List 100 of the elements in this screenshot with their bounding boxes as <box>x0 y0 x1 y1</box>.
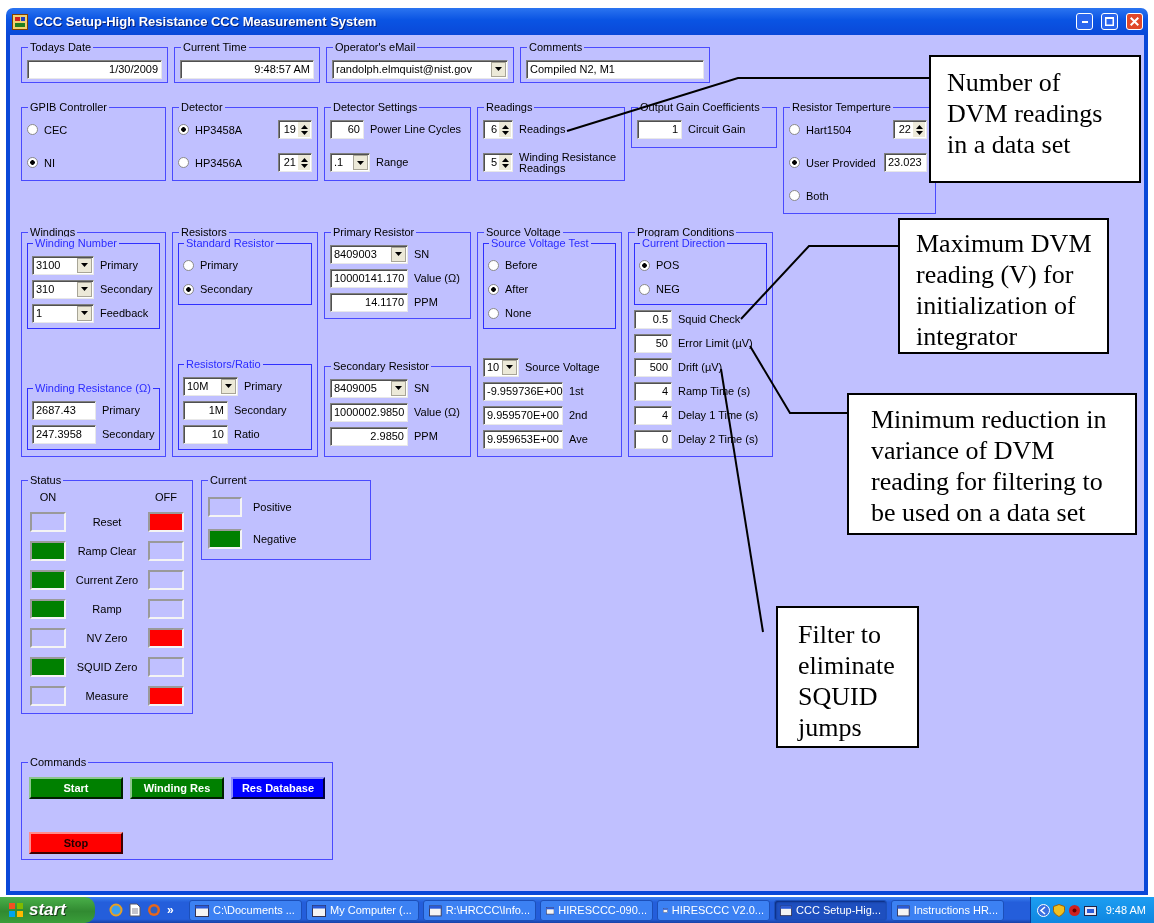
start-button[interactable]: start <box>0 897 95 923</box>
radio-button[interactable]: Both <box>789 189 927 202</box>
dropdown-arrow-icon <box>357 160 364 165</box>
group-title: Source Voltage Test <box>489 237 591 250</box>
text-field[interactable]: 10000141.170 <box>330 268 408 288</box>
text-field[interactable]: 23.023 <box>884 153 927 172</box>
text-field[interactable]: 247.3958 <box>32 424 96 444</box>
text-field[interactable]: 2687.43 <box>32 400 96 420</box>
group-title: Resistor Temperture <box>790 101 893 114</box>
more-button[interactable]: » <box>167 903 174 917</box>
command-button[interactable]: Res Database <box>231 777 325 799</box>
taskbar-button[interactable]: HIRESCCC-090... <box>540 899 653 921</box>
taskbar-button[interactable]: CCC Setup-Hig... <box>774 899 887 921</box>
tray-icon[interactable] <box>1067 903 1081 917</box>
field-label: Circuit Gain <box>688 124 746 135</box>
field-label: Primary <box>100 259 138 271</box>
text-field[interactable]: 4 <box>634 381 672 401</box>
dropdown[interactable]: 310 <box>32 279 94 299</box>
text-field[interactable]: 0.5 <box>634 309 672 329</box>
text-field[interactable]: 0 <box>634 429 672 449</box>
text-field[interactable]: 9.959653E+00 <box>483 429 563 449</box>
shield-icon[interactable] <box>1052 903 1065 917</box>
taskbar-button[interactable]: HIRESCCC V2.0... <box>657 899 770 921</box>
field-label: Value (Ω) <box>414 272 460 284</box>
monitor-icon[interactable] <box>1083 903 1097 917</box>
close-button[interactable] <box>1126 13 1143 30</box>
spin-box[interactable]: 6 <box>483 120 513 139</box>
dropdown[interactable]: 10M <box>183 376 238 396</box>
callout: Minimum reduction in variance of DVM reading for filtering to be used on a data set <box>847 393 1137 535</box>
status-label: Ramp <box>91 603 123 615</box>
field-label: Winding Resistance Readings <box>519 151 618 174</box>
radio-button[interactable]: HP3456A <box>178 156 272 169</box>
spin-box[interactable]: 5 <box>483 153 513 172</box>
radio-button[interactable]: None <box>488 307 611 319</box>
field-label: Value (Ω) <box>414 406 460 418</box>
radio-button[interactable]: Hart1504 <box>789 123 887 136</box>
command-button[interactable]: Winding Res <box>130 777 224 799</box>
spin-box[interactable]: 21 <box>278 153 312 172</box>
taskbar-button[interactable]: R:\HRCCC\Info... <box>423 899 536 921</box>
text-field[interactable]: 2.9850 <box>330 426 408 446</box>
field-label: Feedback <box>100 307 149 319</box>
chevron-icon[interactable] <box>1036 903 1050 917</box>
radio-button[interactable]: CEC <box>27 123 160 136</box>
dropdown[interactable]: 1 <box>32 303 94 323</box>
text-field[interactable]: 500 <box>634 357 672 377</box>
window-icon <box>897 903 910 917</box>
dropdown[interactable]: 10 <box>483 357 519 377</box>
radio-button[interactable]: NEG <box>639 283 762 295</box>
radio-button[interactable]: NI <box>27 156 160 169</box>
radio-button[interactable]: User Provided <box>789 156 878 169</box>
minimize-icon <box>1081 20 1088 23</box>
taskbar-button[interactable]: Instructions HR... <box>891 899 1004 921</box>
dropdown[interactable]: .1 <box>330 153 370 172</box>
window-icon <box>780 903 792 917</box>
radio-button[interactable]: Primary <box>183 259 307 271</box>
globe-icon[interactable] <box>109 903 123 917</box>
field-label: Error Limit (µV) <box>678 337 753 349</box>
spin-box[interactable]: 19 <box>278 120 312 139</box>
text-field[interactable]: 1/30/2009 <box>27 59 162 79</box>
command-button[interactable]: Start <box>29 777 123 799</box>
status-label: Measure <box>84 690 130 702</box>
text-field[interactable]: 9:48:57 AM <box>180 59 314 79</box>
text-field[interactable]: 50 <box>634 333 672 353</box>
group-title: Todays Date <box>28 41 94 54</box>
maximize-button[interactable] <box>1101 13 1118 30</box>
status-label: Positive <box>253 501 292 513</box>
text-field[interactable]: 14.1170 <box>330 292 408 312</box>
column-heading: ON <box>38 491 58 503</box>
radio-button[interactable]: After <box>488 283 611 295</box>
text-field[interactable]: 1M <box>183 400 228 420</box>
close-icon <box>1130 17 1139 26</box>
dropdown[interactable]: 3100 <box>32 255 94 275</box>
dropdown-arrow-icon <box>225 384 232 388</box>
text-field[interactable]: 1 <box>637 120 682 139</box>
group-title: Readings <box>484 101 535 114</box>
text-field[interactable]: Compiled N2, M1 <box>526 59 704 79</box>
radio-button[interactable]: Secondary <box>183 283 307 295</box>
text-field[interactable]: -9.959736E+00 <box>483 381 563 401</box>
text-field[interactable]: 9.959570E+00 <box>483 405 563 425</box>
dropdown-arrow-icon <box>81 311 88 315</box>
field-label: Power Line Cycles <box>370 124 462 135</box>
taskbar-button[interactable]: C:\Documents ... <box>189 899 302 921</box>
taskbar-button[interactable]: My Computer (... <box>306 899 419 921</box>
radio-button[interactable]: POS <box>639 259 762 271</box>
dropdown[interactable]: 8409005 <box>330 378 408 398</box>
text-field[interactable]: 4 <box>634 405 672 425</box>
radio-button[interactable]: Before <box>488 259 611 271</box>
text-field[interactable]: 1000002.9850 <box>330 402 408 422</box>
spin-box[interactable]: 22 <box>893 120 927 139</box>
dropdown[interactable]: 8409003 <box>330 244 408 264</box>
document-icon[interactable] <box>129 903 141 917</box>
group-title: Operator's eMail <box>333 41 418 54</box>
minimize-button[interactable] <box>1076 13 1093 30</box>
dropdown[interactable]: randolph.elmquist@nist.gov <box>332 59 508 79</box>
text-field[interactable]: 10 <box>183 424 228 444</box>
status-label: SQUID Zero <box>75 661 139 673</box>
command-button[interactable]: Stop <box>29 832 123 854</box>
radio-button[interactable]: HP3458A <box>178 123 272 136</box>
text-field[interactable]: 60 <box>330 120 364 139</box>
field-label: Primary <box>102 404 140 416</box>
